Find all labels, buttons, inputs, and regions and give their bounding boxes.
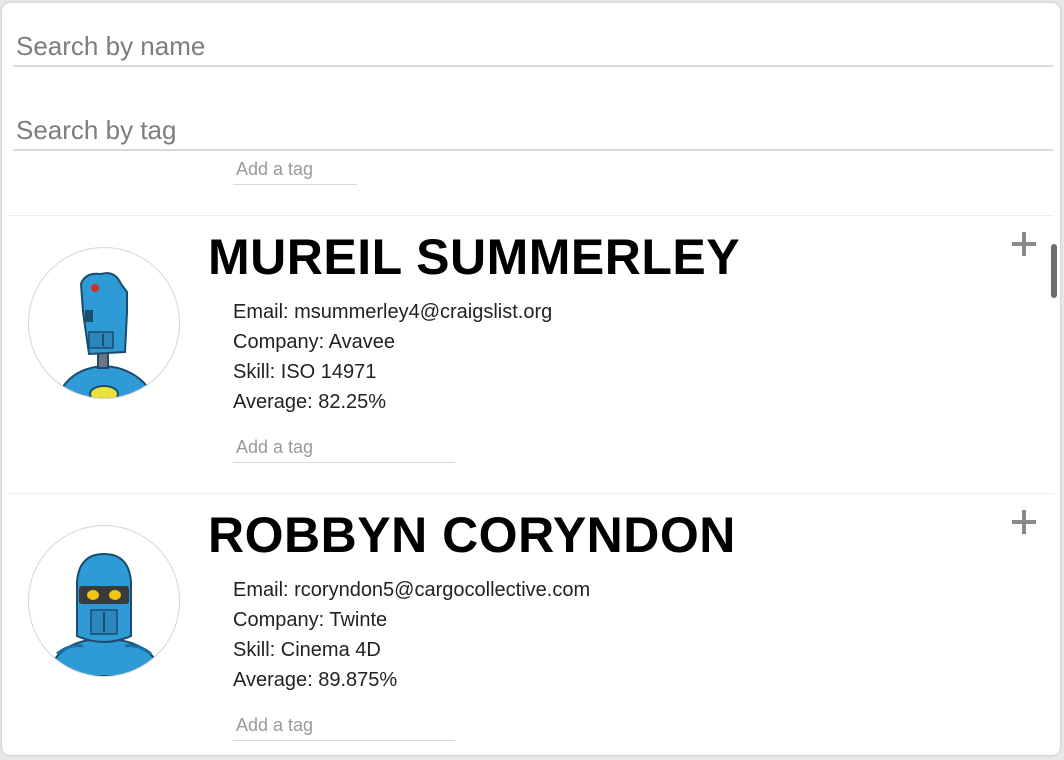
student-average: Average: 89.875% [233,669,398,691]
add-tag-input[interactable] [233,711,455,741]
expand-button[interactable] [1008,229,1040,261]
student-avatar [28,525,180,677]
student-item: ROBBYN CORYNDON Email: rcoryndon5@cargoc… [2,495,1060,755]
student-skill: Skill: Cinema 4D [233,639,381,661]
search-by-tag-input[interactable] [13,111,1053,151]
student-list-card: MUREIL SUMMERLEY Email: msummerley4@crai… [2,3,1060,755]
student-name: ROBBYN CORYNDON [208,507,736,563]
student-name: MUREIL SUMMERLEY [208,229,741,285]
divider [8,215,1054,216]
robot-avatar-icon [45,552,165,676]
previous-student-add-tag-input[interactable] [233,155,357,185]
student-company: Company: Twinte [233,609,388,631]
robot-avatar-icon [55,272,157,398]
student-company: Company: Avavee [233,331,395,353]
student-email: Email: msummerley4@craigslist.org [233,301,553,323]
scrollbar-thumb[interactable] [1051,244,1057,298]
student-average: Average: 82.25% [233,391,387,413]
search-by-name-input[interactable] [13,27,1053,67]
student-skill: Skill: ISO 14971 [233,361,377,383]
student-email: Email: rcoryndon5@cargocollective.com [233,579,591,601]
student-details: Email: msummerley4@craigslist.org Compan… [233,297,552,417]
divider [8,493,1054,494]
student-item: MUREIL SUMMERLEY Email: msummerley4@crai… [2,217,1060,494]
expand-button[interactable] [1008,507,1040,539]
add-tag-input[interactable] [233,433,455,463]
student-avatar [28,247,180,399]
student-details: Email: rcoryndon5@cargocollective.com Co… [233,575,590,695]
